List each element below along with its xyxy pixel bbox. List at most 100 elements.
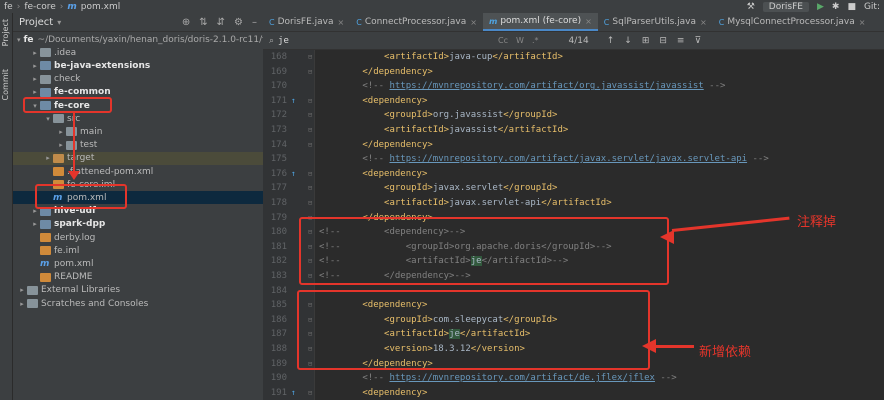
editor-tab[interactable]: C SqlParserUtils.java × [598,13,713,31]
code-line[interactable]: 178 ⊟ <artifactId>javax.servlet-api</arti… [263,196,884,211]
code-line[interactable]: 172 ⊟ <groupId>org.javassist</groupId> [263,108,884,123]
chevron-right-icon[interactable]: ▸ [56,141,66,149]
chevron-down-icon[interactable]: ▾ [57,18,61,27]
hide-icon[interactable]: – [252,17,257,28]
code-text: <dependency> [319,94,427,109]
chevron-right-icon[interactable]: ▸ [56,128,66,136]
chevron-right-icon[interactable]: ▸ [17,286,27,294]
match-case-toggle[interactable]: Cc [498,36,508,45]
fold-icon[interactable]: ⊟ [308,108,312,123]
locate-icon[interactable]: ⊕ [182,17,190,28]
line-number: 190 [270,373,287,384]
editor-tab[interactable]: C MysqlConnectProcessor.java × [713,13,872,31]
fold-icon[interactable]: ⊟ [308,196,312,211]
regex-toggle[interactable]: .* [532,36,539,45]
fold-icon[interactable]: ⊟ [308,386,312,400]
tree-item[interactable]: ▸ be-java-extensions [13,59,263,72]
tree-item[interactable]: .flattened-pom.xml [13,165,263,178]
code-line[interactable]: 175 <!-- https://mvnrepository.com/artif… [263,152,884,167]
hammer-icon[interactable]: ⚒ [747,2,755,12]
commit-tool-button[interactable]: Commit [1,69,10,100]
project-path: ~/Documents/yaxin/henan_doris/doris-2.1.… [37,34,271,45]
search-input[interactable] [278,35,429,46]
run-icon[interactable]: ▶ [817,2,824,12]
tree-item[interactable]: ▸ main [13,125,263,138]
override-marker-icon[interactable]: ↑ [291,167,296,182]
chevron-right-icon[interactable]: ▸ [30,88,40,96]
select-match-icon[interactable]: ≡ [677,36,685,46]
fold-icon[interactable]: ⊟ [308,181,312,196]
vcs-label[interactable]: Git: [864,2,880,12]
previous-match-icon[interactable]: ↑ [607,36,615,46]
debug-icon[interactable]: ✱ [832,2,840,12]
tree-item[interactable]: ▸ Scratches and Consoles [13,297,263,310]
code-text: <!-- https://mvnrepository.com/artifact/… [319,79,725,94]
code-line[interactable]: 170 <!-- https://mvnrepository.com/artif… [263,79,884,94]
project-tool-button[interactable]: Project [1,19,10,46]
chevron-right-icon[interactable]: ▸ [43,154,53,162]
code-line[interactable]: 173 ⊟ <artifactId>javassist</artifactId> [263,123,884,138]
chevron-right-icon[interactable]: ▸ [30,220,40,228]
editor-tab[interactable]: m pom.xml (fe-core) × [482,13,598,31]
code-line[interactable]: 168 ⊟ <artifactId>java-cup</artifactId> [263,50,884,65]
collapse-all-icon[interactable]: ⇵ [217,17,225,28]
code-line[interactable]: 191 ↑ ⊟ <dependency> [263,386,884,400]
close-icon[interactable]: × [338,18,345,27]
fold-icon[interactable]: ⊟ [308,94,312,109]
close-icon[interactable]: × [470,18,477,27]
code-line[interactable]: 176 ↑ ⊟ <dependency> [263,167,884,182]
tree-item[interactable]: ▾ fe ~/Documents/yaxin/henan_doris/doris-2… [13,33,271,46]
run-config-selector[interactable]: DorisFE [762,1,809,12]
editor-tab[interactable]: C ConnectProcessor.java × [350,13,483,31]
tree-item[interactable]: README [13,271,263,284]
tree-item[interactable]: ▸ .idea [13,46,263,59]
code-text: <artifactId>javassist</artifactId> [319,123,568,138]
chevron-right-icon[interactable]: ▸ [30,49,40,57]
chevron-right-icon[interactable]: ▸ [30,75,40,83]
chevron-down-icon[interactable]: ▾ [43,115,53,123]
fold-icon[interactable]: ⊟ [308,123,312,138]
breadcrumb-fe-core[interactable]: fe-core [24,2,55,12]
tree-item[interactable]: m pom.xml [13,257,263,270]
breadcrumb-fe[interactable]: fe [4,2,13,12]
chevron-right-icon[interactable]: ▸ [17,300,27,308]
fold-icon[interactable]: ⊟ [308,167,312,182]
tree-item[interactable]: fe.iml [13,244,263,257]
chevron-right-icon[interactable]: ▸ [30,62,40,70]
override-marker-icon[interactable]: ↑ [291,386,296,400]
editor-tab[interactable]: C DorisFE.java × [263,13,350,31]
tree-item[interactable]: derby.log [13,231,263,244]
close-icon[interactable]: × [859,18,866,27]
code-line[interactable]: 177 ⊟ <groupId>javax.servlet</groupId> [263,181,884,196]
fold-icon[interactable]: ⊟ [308,138,312,153]
project-dropdown[interactable]: Project [19,17,53,28]
add-selection-icon[interactable]: ⊟ [659,36,667,46]
tree-item[interactable]: ▸ test [13,139,263,152]
code-line[interactable]: 171 ↑ ⊟ <dependency> [263,94,884,109]
tree-item[interactable]: ▸ check [13,73,263,86]
filter-icon[interactable]: ⊽ [694,36,701,46]
override-marker-icon[interactable]: ↑ [291,94,296,109]
tree-item[interactable]: ▸ target [13,151,263,165]
close-icon[interactable]: × [700,18,707,27]
code-text: <artifactId>java-cup</artifactId> [319,50,563,65]
expand-all-icon[interactable]: ⇅ [199,17,207,28]
select-all-icon[interactable]: ⊞ [642,36,650,46]
code-line[interactable]: 174 ⊟ </dependency> [263,138,884,153]
tree-item[interactable]: ▸ spark-dpp [13,218,263,231]
code-line[interactable]: 190 <!-- https://mvnrepository.com/artif… [263,371,884,386]
gear-icon[interactable]: ⚙ [234,17,243,28]
close-icon[interactable]: × [585,17,592,26]
fold-icon[interactable]: ⊟ [308,65,312,80]
tree-item[interactable]: ▾src [13,112,263,125]
stop-icon[interactable]: ■ [847,2,856,12]
breadcrumb-pom-xml[interactable]: pom.xml [81,2,120,12]
whole-word-toggle[interactable]: W [516,36,524,45]
tree-item[interactable]: ▸ External Libraries [13,284,263,297]
code-line[interactable]: 169 ⊟ </dependency> [263,65,884,80]
chevron-down-icon[interactable]: ▾ [17,36,21,44]
next-match-icon[interactable]: ↓ [624,36,632,46]
fold-icon[interactable]: ⊟ [308,50,312,65]
